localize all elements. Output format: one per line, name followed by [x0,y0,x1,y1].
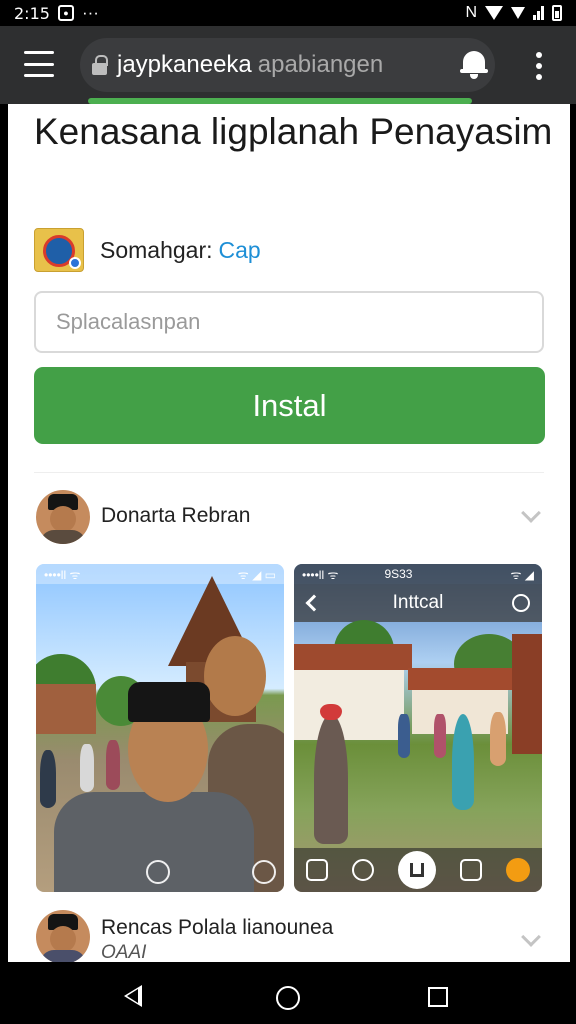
pavilion [36,684,96,734]
bystander [452,714,474,810]
chevron-down-icon[interactable] [521,927,541,947]
man-face [204,636,266,716]
help-icon [512,594,530,612]
red-cap [320,704,342,720]
search-icon [352,859,374,881]
reviewer-name: Donarta Rebran [101,504,251,527]
overflow-menu-button[interactable] [534,52,544,80]
bystander [40,750,56,808]
screenshot-status-bar: ••••ll ᯤ 9S33 ᯤ ◢ [294,564,542,584]
wifi-icon [485,6,503,20]
house-roof [294,644,412,670]
peci-hat [128,682,210,722]
lock-icon [92,55,108,75]
overlay-icon [252,860,276,884]
status-bar: 2:15 ● ··· N [0,0,576,26]
screenshot-header-title: Inttcal [392,592,444,613]
screenshot-footer [294,848,542,892]
developer-logo [34,228,84,272]
browser-toolbar: jaypkaneeka apabiangen [0,26,576,104]
signal-icon [533,6,544,20]
back-icon[interactable] [124,985,142,1007]
screenshot-1[interactable]: ••••ll ᯤ ᯤ ◢ ▭ [36,564,284,892]
divider [34,472,544,473]
more-notifications-icon: ··· [81,3,99,22]
install-button[interactable]: Instal [34,367,545,444]
home-icon[interactable] [276,986,300,1010]
bystander [398,714,410,758]
developer-label: Somahgar: [100,236,213,263]
url-host: jaypkaneeka [117,51,252,78]
wifi-secondary-icon [511,7,525,19]
back-arrow-icon [305,594,323,612]
camera-icon [306,859,328,881]
url-bar[interactable]: jaypkaneeka apabiangen [80,38,495,92]
house-roof [408,668,512,690]
bell-icon[interactable] [460,48,488,80]
nfc-icon: N [465,4,477,21]
recents-icon[interactable] [428,987,448,1007]
chat-icon [460,859,482,881]
search-input[interactable]: Splacalasnpan [34,291,544,353]
url-path: apabiangen [257,51,384,78]
screenshot-header: Inttcal [294,584,542,622]
hamburger-menu-button[interactable] [24,51,54,77]
screenshot-2[interactable]: ••••ll ᯤ 9S33 ᯤ ◢ Inttcal [294,564,542,892]
bystander [434,714,446,758]
reviewer-name: Rencas Polala lianounea [101,916,334,939]
house-wall [294,660,404,740]
bystander [80,744,94,792]
avatar[interactable] [36,910,90,962]
reviewer-subtitle: OAAI [101,942,147,962]
bystander [106,740,120,790]
emoji-icon [506,858,530,882]
man-with-tool [314,714,348,844]
notification-icon: ● [57,5,74,21]
system-nav-bar [0,962,576,1024]
battery-icon [552,5,562,21]
app-title: Kenasana ligplanah Penayasim [34,111,553,152]
avatar[interactable] [36,490,90,544]
status-time: 2:15 [14,3,50,23]
store-page: Kenasana ligplanah Penayasim Somahgar: C… [8,104,570,962]
verified-badge-icon [69,257,81,269]
bystander [490,712,506,766]
chevron-down-icon[interactable] [521,503,541,523]
developer-link[interactable]: Cap [219,237,261,264]
overlay-icon [146,860,170,884]
building [512,634,542,754]
developer-row: Somahgar: Cap [34,228,261,272]
home-tab-icon [398,851,436,889]
